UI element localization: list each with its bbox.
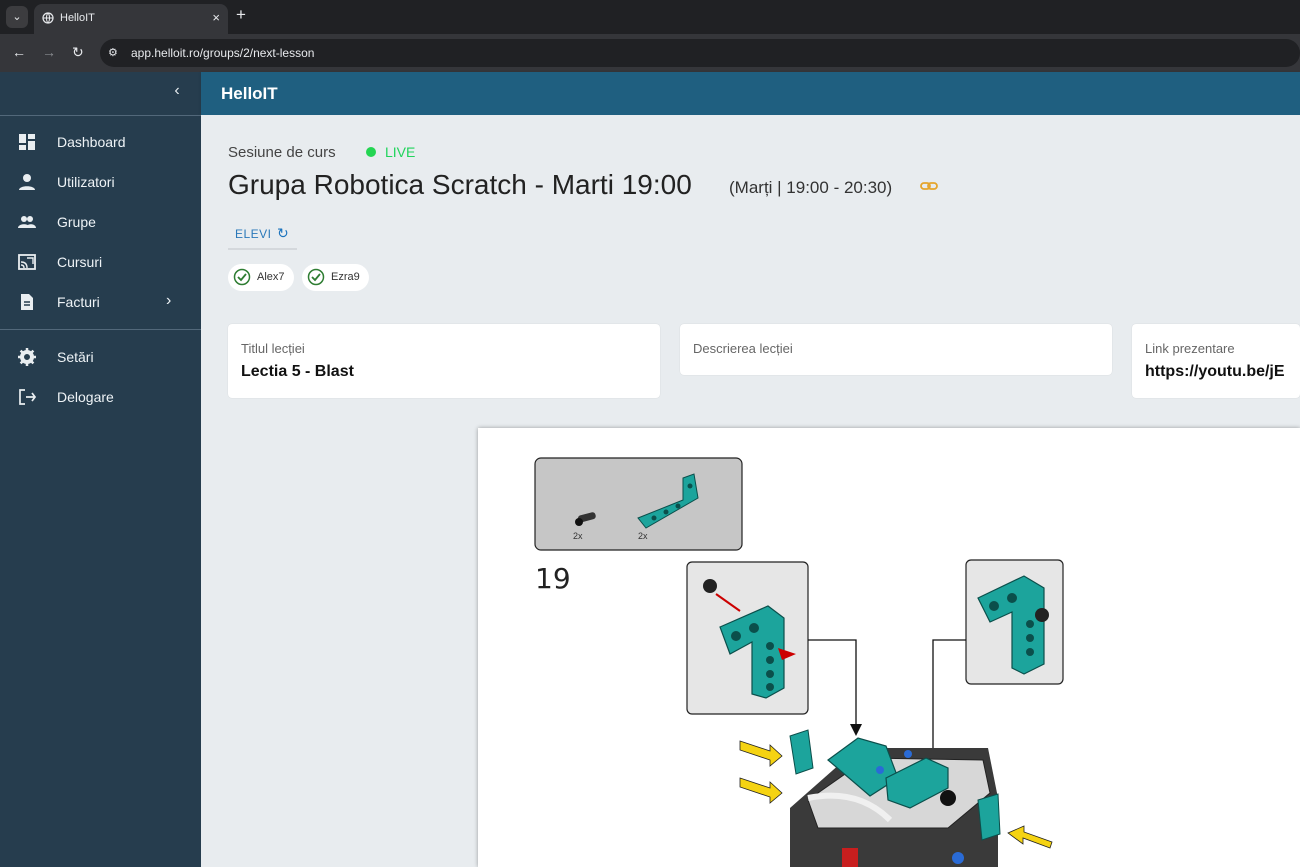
sidebar-item-facturi[interactable]: Facturi › [0,282,201,322]
sidebar-item-dashboard[interactable]: Dashboard [0,122,201,162]
group-icon [18,216,36,228]
invoice-icon [21,294,33,310]
check-circle-icon [233,268,251,286]
presentation-link-card[interactable]: Link prezentare https://youtu.be/jE [1132,324,1300,398]
student-chip[interactable]: Ezra9 [302,264,369,291]
back-arrow-icon[interactable]: ← [12,44,26,60]
settings-icon [18,348,36,366]
collapse-sidebar-icon[interactable]: ‹ [168,82,186,104]
presentation-link-value[interactable]: https://youtu.be/jE [1145,363,1285,381]
sidebar-item-delogare[interactable]: Delogare [0,377,201,417]
check-circle-icon [307,268,325,286]
user-icon [19,174,35,190]
tab-title: HelloIT [60,12,95,24]
presentation-slide[interactable]: 2x 2x 19 [478,428,1300,867]
part-count: 2x [573,531,583,541]
reload-icon[interactable]: ↻ [72,44,84,61]
lesson-title-value: Lectia 5 - Blast [241,363,354,380]
logout-icon [19,389,36,405]
student-name: Alex7 [257,271,285,283]
main-content: Sesiune de curs LIVE Grupa Robotica Scra… [201,115,1300,867]
globe-icon [42,12,54,24]
forward-arrow-icon[interactable]: → [42,44,56,60]
live-status-badge: LIVE [385,144,416,160]
url-text[interactable]: app.helloit.ro/groups/2/next-lesson [131,46,314,60]
sidebar-item-setari[interactable]: Setări [0,337,201,377]
sidebar-item-label: Dashboard [57,134,126,150]
address-bar[interactable]: ⚙ app.helloit.ro/groups/2/next-lesson [100,39,1300,67]
student-name: Ezra9 [331,271,360,283]
session-label: Sesiune de curs [228,144,336,161]
sidebar: ‹ Dashboard Utilizatori Grupe Cursuri Fa… [0,72,201,867]
sidebar-item-label: Utilizatori [57,174,115,190]
lesson-title-card: Titlul lecției Lectia 5 - Blast [228,324,660,398]
tab-elevi-label: ELEVI [235,227,272,241]
step-number: 19 [535,562,571,595]
link-icon[interactable] [920,179,938,193]
sidebar-divider [0,115,201,116]
browser-tab[interactable]: HelloIT × [34,4,228,34]
sidebar-item-label: Cursuri [57,254,103,270]
sidebar-item-label: Facturi [57,294,100,310]
presentation-link-label: Link prezentare [1145,341,1235,356]
browser-toolbar: ← → ↻ ⚙ app.helloit.ro/groups/2/next-les… [0,34,1300,72]
sidebar-item-cursuri[interactable]: Cursuri [0,242,201,282]
sidebar-divider [0,329,201,330]
tab-elevi[interactable]: ELEVI ↻ [228,221,297,250]
lesson-description-card: Descrierea lecției [680,324,1112,375]
sidebar-item-utilizatori[interactable]: Utilizatori [0,162,201,202]
chevron-right-icon: › [166,292,172,309]
cast-icon [18,254,36,270]
live-status-dot [366,147,376,157]
close-tab-icon[interactable]: × [212,10,220,25]
lesson-title-label: Titlul lecției [241,341,305,356]
sidebar-item-grupe[interactable]: Grupe [0,202,201,242]
student-chip[interactable]: Alex7 [228,264,294,291]
session-schedule: (Marți | 19:00 - 20:30) [729,178,893,197]
lesson-description-label: Descrierea lecției [693,341,793,356]
sidebar-item-label: Delogare [57,389,114,405]
sidebar-item-label: Grupe [57,214,96,230]
app-brand: HelloIT [221,84,278,103]
refresh-icon[interactable]: ↻ [277,225,289,242]
tab-search-button[interactable]: ⌄ [6,6,28,28]
dashboard-icon [19,134,35,150]
part-count: 2x [638,531,648,541]
site-info-icon[interactable]: ⚙ [108,46,118,59]
app-header: HelloIT [201,72,1300,115]
page-title: Grupa Robotica Scratch - Marti 19:00 [228,169,692,200]
sidebar-item-label: Setări [57,349,94,365]
new-tab-button[interactable]: + [236,5,246,25]
lego-instruction-diagram: 2x 2x 19 [534,457,1064,867]
browser-tab-strip: ⌄ HelloIT × + [0,0,1300,34]
assembly-model [739,729,1053,867]
